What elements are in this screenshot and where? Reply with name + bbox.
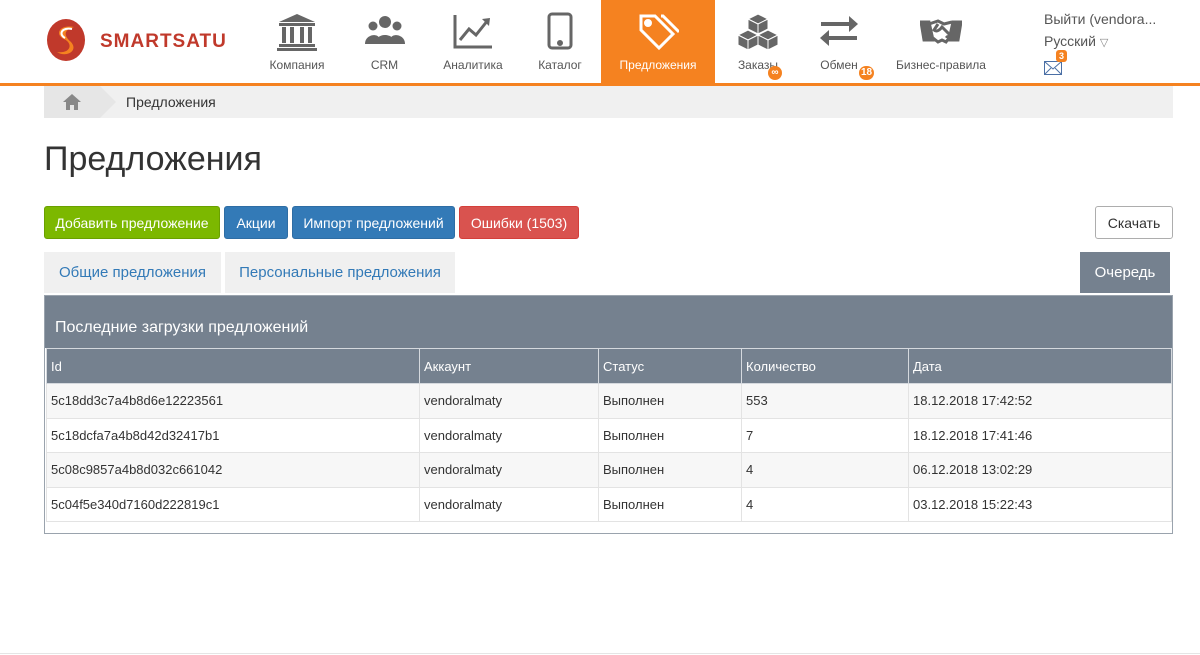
column-header[interactable]: Дата — [908, 348, 1172, 384]
footer-divider — [0, 653, 1200, 654]
cell-account: vendoralmaty — [419, 383, 599, 419]
home-icon — [63, 94, 81, 110]
messages-badge: 3 — [1056, 50, 1068, 62]
column-header[interactable]: Количество — [741, 348, 909, 384]
messages-button[interactable]: 3 — [1044, 50, 1068, 80]
nav-item-crm[interactable]: CRM — [342, 0, 427, 84]
nav-label: Предложения — [619, 58, 697, 72]
exchange-icon — [820, 16, 858, 46]
table-row[interactable]: 5c08c9857a4b8d032c661042 vendoralmaty Вы… — [46, 452, 1172, 488]
chevron-down-icon: ▽ — [1099, 37, 1109, 49]
nav-item-catalog[interactable]: Каталог — [519, 0, 601, 84]
column-header[interactable]: Аккаунт — [419, 348, 599, 384]
recent-uploads-panel: Последние загрузки предложений Id Аккаун… — [44, 295, 1173, 534]
cell-date: 18.12.2018 17:41:46 — [908, 417, 1172, 453]
breadcrumb: Предложения — [44, 86, 1173, 118]
logout-link[interactable]: Выйти (vendora... — [1044, 10, 1156, 32]
table-header-row: Id Аккаунт Статус Количество Дата — [46, 348, 1172, 384]
page-title: Предложения — [44, 140, 262, 178]
breadcrumb-home[interactable] — [44, 86, 116, 118]
users-icon — [364, 16, 405, 44]
table-row[interactable]: 5c04f5e340d7160d222819c1 vendoralmaty Вы… — [46, 486, 1172, 522]
nav-item-orders[interactable]: Заказы ∞ — [715, 0, 801, 84]
nav-item-business-rules[interactable]: Бизнес-правила — [877, 0, 1005, 84]
column-header[interactable]: Id — [46, 348, 420, 384]
tab-personal-offers[interactable]: Персональные предложения — [225, 252, 455, 293]
main-nav: Компания CRM Аналитика Каталог Предложен… — [252, 0, 1005, 84]
download-button[interactable]: Скачать — [1095, 206, 1173, 239]
uploads-table: Id Аккаунт Статус Количество Дата 5c18dd… — [46, 348, 1172, 522]
exchange-badge: 18 — [859, 66, 875, 80]
nav-label: Компания — [269, 58, 325, 72]
cell-id: 5c04f5e340d7160d222819c1 — [46, 486, 420, 522]
brand-logo[interactable]: SMARTSATU — [46, 18, 227, 62]
nav-item-analytics[interactable]: Аналитика — [427, 0, 519, 84]
nav-item-exchange[interactable]: Обмен 18 — [801, 0, 877, 84]
table-row[interactable]: 5c18dd3c7a4b8d6e12223561 vendoralmaty Вы… — [46, 383, 1172, 419]
handshake-icon — [920, 19, 962, 44]
brand-name: SMARTSATU — [100, 31, 227, 52]
column-header[interactable]: Статус — [598, 348, 742, 384]
cell-count: 4 — [741, 486, 909, 522]
breadcrumb-current: Предложения — [126, 94, 216, 110]
orders-badge: ∞ — [768, 66, 782, 80]
nav-label: Бизнес-правила — [896, 58, 986, 72]
top-header: SMARTSATU Компания CRM Аналитика Каталог… — [0, 0, 1200, 86]
cell-account: vendoralmaty — [419, 417, 599, 453]
nav-item-company[interactable]: Компания — [252, 0, 342, 84]
promotions-button[interactable]: Акции — [224, 206, 288, 239]
smartsatu-logo-icon — [47, 19, 85, 61]
cell-id: 5c18dcfa7a4b8d42d32417b1 — [46, 417, 420, 453]
cell-account: vendoralmaty — [419, 452, 599, 488]
cell-id: 5c18dd3c7a4b8d6e12223561 — [46, 383, 420, 419]
cell-date: 18.12.2018 17:42:52 — [908, 383, 1172, 419]
nav-label: Каталог — [538, 58, 582, 72]
cell-status: Выполнен — [598, 417, 742, 453]
nav-label: Аналитика — [443, 58, 503, 72]
cell-count: 4 — [741, 452, 909, 488]
cell-account: vendoralmaty — [419, 486, 599, 522]
language-label: Русский — [1044, 33, 1096, 49]
bank-icon — [277, 14, 317, 51]
add-offer-button[interactable]: Добавить предложение — [44, 206, 220, 239]
cell-status: Выполнен — [598, 452, 742, 488]
import-offers-button[interactable]: Импорт предложений — [292, 206, 455, 239]
user-area: Выйти (vendora... Русский ▽ 3 — [1044, 10, 1156, 80]
cubes-icon — [737, 13, 779, 51]
cell-status: Выполнен — [598, 486, 742, 522]
tab-queue[interactable]: Очередь — [1080, 252, 1170, 293]
errors-button[interactable]: Ошибки (1503) — [459, 206, 579, 239]
table-row[interactable]: 5c18dcfa7a4b8d42d32417b1 vendoralmaty Вы… — [46, 417, 1172, 453]
nav-label: CRM — [370, 58, 399, 72]
tab-general-offers[interactable]: Общие предложения — [44, 252, 221, 293]
tablet-icon — [547, 12, 573, 50]
tags-icon — [639, 14, 679, 51]
nav-item-offers[interactable]: Предложения — [601, 0, 715, 84]
cell-date: 06.12.2018 13:02:29 — [908, 452, 1172, 488]
cell-count: 553 — [741, 383, 909, 419]
cell-date: 03.12.2018 15:22:43 — [908, 486, 1172, 522]
nav-label: Обмен — [820, 58, 858, 72]
cell-status: Выполнен — [598, 383, 742, 419]
panel-title: Последние загрузки предложений — [45, 296, 1172, 348]
chart-icon — [453, 15, 492, 49]
envelope-icon — [1044, 61, 1062, 75]
cell-count: 7 — [741, 417, 909, 453]
cell-id: 5c08c9857a4b8d032c661042 — [46, 452, 420, 488]
